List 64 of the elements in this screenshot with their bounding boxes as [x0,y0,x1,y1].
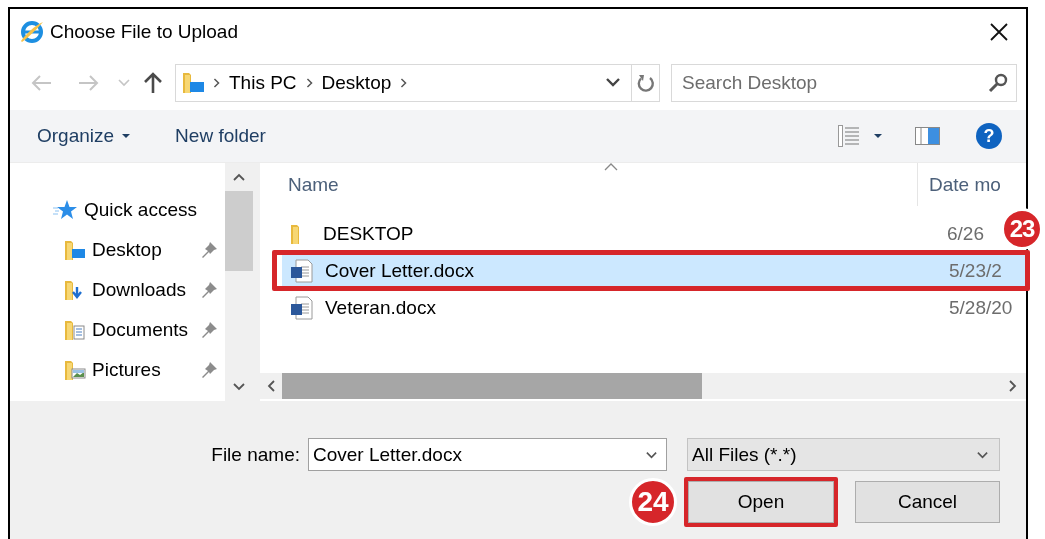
refresh-icon[interactable] [636,72,655,93]
sidebar-item[interactable]: Downloads [92,279,186,301]
pin-icon[interactable] [200,241,218,259]
scroll-right-icon [1007,379,1018,393]
file-type-dropdown[interactable]: All Files (*.*) [687,438,1000,471]
view-list-icon[interactable] [838,125,860,147]
file-name-input[interactable]: Cover Letter.docx [313,443,645,466]
scroll-thumb[interactable] [282,373,702,399]
field-label: File name: [211,443,300,466]
document-icon [290,258,314,283]
sidebar-item[interactable]: Documents [92,319,189,341]
pictures-folder-icon [64,358,86,382]
chevron-icon [212,76,221,89]
recent-locations-icon[interactable] [118,78,130,87]
column-header[interactable]: Date mo [929,173,1001,196]
dialog-button[interactable]: Open [688,481,834,523]
toolbar-button[interactable]: New folder [165,119,276,153]
desktop-folder-icon [182,70,206,95]
help-button[interactable]: ? [976,123,1002,149]
preview-pane-icon[interactable] [915,127,940,145]
breadcrumb-item[interactable]: This PC [221,71,305,94]
chevron-icon [399,76,409,89]
toolbar-button[interactable]: Organize [27,119,141,153]
date-modified: 6/26 [947,222,984,245]
search-icon[interactable] [988,72,1008,93]
up-arrow-icon[interactable] [143,71,163,94]
window-title: Choose File to Upload [50,21,238,43]
file-name-field[interactable]: Cover Letter.docx [308,438,667,471]
search-field[interactable]: Search Desktop [671,63,1017,102]
browser-icon [19,19,45,45]
date-modified: 5/23/2 [949,259,1002,282]
back-icon[interactable] [30,73,52,92]
caret-icon [122,133,131,139]
file-name: Cover Letter.docx [325,259,475,282]
column-header[interactable]: Name [288,173,917,196]
desktop-folder-icon [64,238,86,262]
pin-icon[interactable] [200,361,218,379]
step-badge: 24 [629,478,677,526]
address-bar[interactable]: This PC Desktop [175,63,660,102]
forward-icon[interactable] [78,73,100,92]
breadcrumb-item[interactable]: Desktop [313,71,400,94]
documents-folder-icon [64,318,86,342]
close-icon[interactable] [990,23,1008,41]
dialog-button[interactable]: Cancel [855,481,1000,523]
chevron-icon [304,76,314,89]
star-icon [52,199,78,221]
sort-caret-icon [604,163,618,171]
scroll-thumb[interactable] [225,191,253,271]
sidebar-item[interactable]: Desktop [92,239,162,261]
date-modified: 5/28/20 [949,296,1013,319]
caret-icon[interactable] [874,133,882,139]
file-name[interactable]: DESKTOP [323,222,945,245]
pin-icon[interactable] [200,281,218,299]
sidebar-item[interactable]: Pictures [92,359,161,381]
dropdown-icon[interactable] [605,77,621,88]
file-name[interactable]: Veteran.docx [325,296,947,319]
step-badge: 23 [1001,208,1043,250]
pin-icon[interactable] [200,321,218,339]
scroll-left-icon [266,379,277,393]
document-icon [290,295,314,320]
file-row[interactable]: Cover Letter.docx 5/23/2 [282,255,1025,286]
search-input[interactable]: Search Desktop [682,71,988,94]
scroll-down-icon [232,380,246,393]
sidebar-item[interactable]: Quick access [84,199,197,221]
